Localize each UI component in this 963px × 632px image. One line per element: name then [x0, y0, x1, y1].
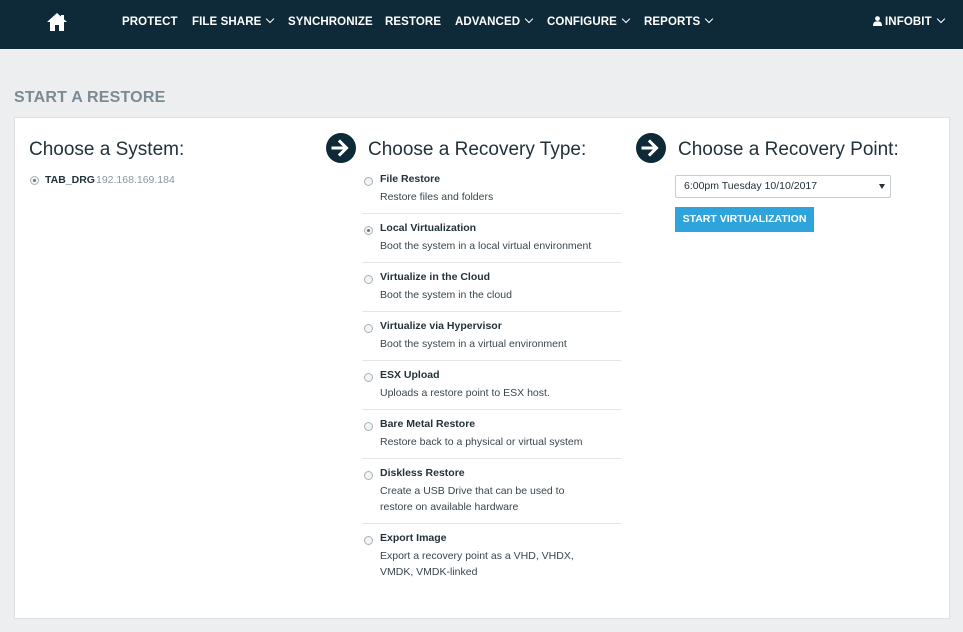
chevron-down-icon — [936, 14, 945, 24]
nav-restore[interactable]: RESTORE — [385, 0, 441, 44]
system-ip: 192.168.169.184 — [96, 174, 175, 186]
arrow-right-icon — [326, 133, 356, 163]
top-navbar: PROTECT FILE SHARE SYNCHRONIZE RESTORE A… — [0, 0, 963, 49]
radio-button[interactable] — [364, 177, 373, 186]
chevron-down-icon — [705, 14, 714, 24]
nav-synchronize[interactable]: SYNCHRONIZE — [288, 0, 373, 44]
nav-protect[interactable]: PROTECT — [122, 0, 178, 44]
radio-button[interactable] — [364, 471, 373, 480]
page-title: START A RESTORE — [14, 89, 166, 106]
caret-down-icon — [879, 184, 885, 189]
radio-button[interactable] — [364, 373, 373, 382]
divider — [362, 458, 621, 459]
divider — [362, 360, 621, 361]
nav-configure[interactable]: CONFIGURE — [547, 0, 631, 44]
system-name[interactable]: TAB_DRG — [45, 174, 95, 186]
divider — [362, 213, 621, 214]
start-virtualization-button[interactable]: START VIRTUALIZATION — [675, 207, 814, 232]
nav-advanced[interactable]: ADVANCED — [455, 0, 534, 44]
nav-user-menu[interactable]: INFOBIT — [873, 0, 945, 44]
recovery-type-heading: Choose a Recovery Type: — [368, 139, 587, 160]
divider — [362, 409, 621, 410]
user-icon — [873, 16, 882, 26]
nav-reports[interactable]: REPORTS — [644, 0, 714, 44]
recovery-point-select[interactable]: 6:00pm Tuesday 10/10/2017 — [675, 175, 891, 198]
radio-button[interactable] — [364, 536, 373, 545]
divider — [362, 523, 621, 524]
divider — [362, 311, 621, 312]
system-radio[interactable] — [30, 176, 39, 185]
radio-button[interactable] — [364, 324, 373, 333]
system-heading: Choose a System: — [29, 139, 185, 160]
recovery-point-heading: Choose a Recovery Point: — [678, 139, 899, 160]
home-icon[interactable] — [46, 12, 68, 32]
divider — [362, 262, 621, 263]
chevron-down-icon — [266, 14, 275, 24]
chevron-down-icon — [621, 14, 631, 24]
nav-file-share[interactable]: FILE SHARE — [192, 0, 275, 44]
arrow-right-icon — [636, 133, 666, 163]
radio-button[interactable] — [364, 422, 373, 431]
chevron-down-icon — [524, 14, 534, 24]
radio-button[interactable] — [364, 275, 373, 284]
radio-button[interactable] — [364, 226, 373, 235]
